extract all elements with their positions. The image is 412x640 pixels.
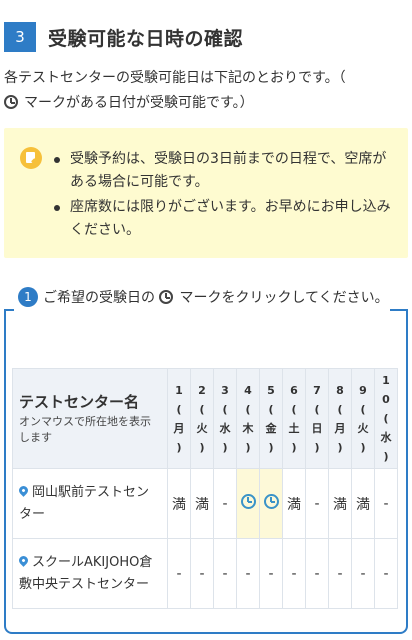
date-weekday: 木 [242,421,254,435]
date-header-saturday: 6(土) [282,368,306,469]
section-number-badge: 3 [4,22,36,52]
calendar-instruction-after: マークをクリックしてください。 [179,290,389,306]
available-date-cell[interactable] [259,468,283,539]
available-date-cell[interactable] [236,468,260,539]
calendar-instruction: 1 ご希望の受験日の マークをクリックしてください。 [18,286,390,310]
date-weekday: 水 [380,431,392,444]
table-row: 岡山駅前テストセンター満満 - 満 - 満満 - [12,468,398,539]
date-day: 4 [244,383,252,397]
date-weekday: 月 [173,421,185,435]
notice-item: 受験予約は、受験日の3日前までの日程で、空席がある場合に可能です。 [52,148,392,194]
date-weekday: 土 [288,421,300,435]
full-date-cell: 満 [282,468,306,539]
memo-icon [20,147,42,169]
clock-icon [159,290,174,304]
unavailable-date-cell: - [374,468,398,539]
date-day: 2 [198,383,206,397]
date-day: 8 [336,383,344,397]
date-header: 1 0(水) [374,368,398,469]
center-column-header: テストセンター名 オンマウスで所在地を表示します [12,368,168,469]
date-day: 6 [290,383,298,397]
unavailable-date-cell: - [167,538,191,609]
date-header: 8(月) [328,368,352,469]
date-day: 7 [313,383,321,397]
unavailable-date-cell: - [305,468,329,539]
date-header: 1(月) [167,368,191,469]
date-header: 3(水) [213,368,237,469]
full-date-cell: 満 [190,468,214,539]
date-weekday: 水 [219,421,231,435]
date-day: 9 [359,383,367,397]
date-day: 1 [175,383,183,397]
step-number-badge: 1 [18,287,38,307]
date-weekday: 金 [265,421,277,435]
unavailable-date-cell: - [236,538,260,609]
center-column-title: テストセンター名 [19,393,140,411]
date-weekday: 日 [311,421,323,435]
calendar-instruction-before: ご希望の受験日の [43,290,155,306]
test-center-name[interactable]: 岡山駅前テストセンター [12,468,168,539]
full-date-cell: 満 [351,468,375,539]
table-header-row: テストセンター名 オンマウスで所在地を表示します 1(月) 2(火) 3(水) … [12,368,398,469]
unavailable-date-cell: - [213,468,237,539]
table-row: スクールAKIJOHO倉敷中央テストセンター - - - - - - - - - - [12,538,398,609]
intro-text: 各テストセンターの受験可能日は下記のとおりです。（ マークがある日付が受験可能で… [4,66,408,116]
full-date-cell: 満 [167,468,191,539]
intro-line-2: マークがある日付が受験可能です。） [24,95,254,111]
test-center-label: スクールAKIJOHO倉敷中央テストセンター [19,554,153,592]
date-header: 4(木) [236,368,260,469]
notice-item: 座席数には限りがございます。お早めにお申し込みください。 [52,196,392,242]
section-title: 受験可能な日時の確認 [48,27,244,50]
test-center-label: 岡山駅前テストセンター [19,484,150,522]
date-weekday: 月 [334,421,346,435]
date-day: 5 [267,383,275,397]
location-pin-icon [17,553,30,567]
date-header-sunday: 7(日) [305,368,329,469]
unavailable-date-cell: - [351,538,375,609]
clock-icon[interactable] [263,494,279,509]
notice-box: 受験予約は、受験日の3日前までの日程で、空席がある場合に可能です。 座席数には限… [4,128,408,258]
date-header: 2(火) [190,368,214,469]
date-weekday: 火 [196,421,208,435]
unavailable-date-cell: - [328,538,352,609]
unavailable-date-cell: - [282,538,306,609]
unavailable-date-cell: - [190,538,214,609]
date-day: 3 [221,383,229,397]
section-header: 3 受験可能な日時の確認 [4,22,243,52]
intro-line-1: 各テストセンターの受験可能日は下記のとおりです。（ [4,70,346,86]
calendar-panel-border [4,309,14,311]
date-weekday: 火 [357,421,369,435]
date-header: 9(火) [351,368,375,469]
location-pin-icon [17,483,30,497]
clock-icon[interactable] [240,494,256,509]
center-column-subtitle: オンマウスで所在地を表示します [19,415,151,444]
unavailable-date-cell: - [305,538,329,609]
full-date-cell: 満 [328,468,352,539]
test-center-name[interactable]: スクールAKIJOHO倉敷中央テストセンター [12,538,168,609]
unavailable-date-cell: - [259,538,283,609]
unavailable-date-cell: - [374,538,398,609]
date-header: 5(金) [259,368,283,469]
unavailable-date-cell: - [213,538,237,609]
calendar-panel-border [390,309,408,311]
notice-list: 受験予約は、受験日の3日前までの日程で、空席がある場合に可能です。 座席数には限… [52,148,392,244]
clock-icon [4,95,18,109]
availability-table: テストセンター名 オンマウスで所在地を表示します 1(月) 2(火) 3(水) … [12,368,398,609]
